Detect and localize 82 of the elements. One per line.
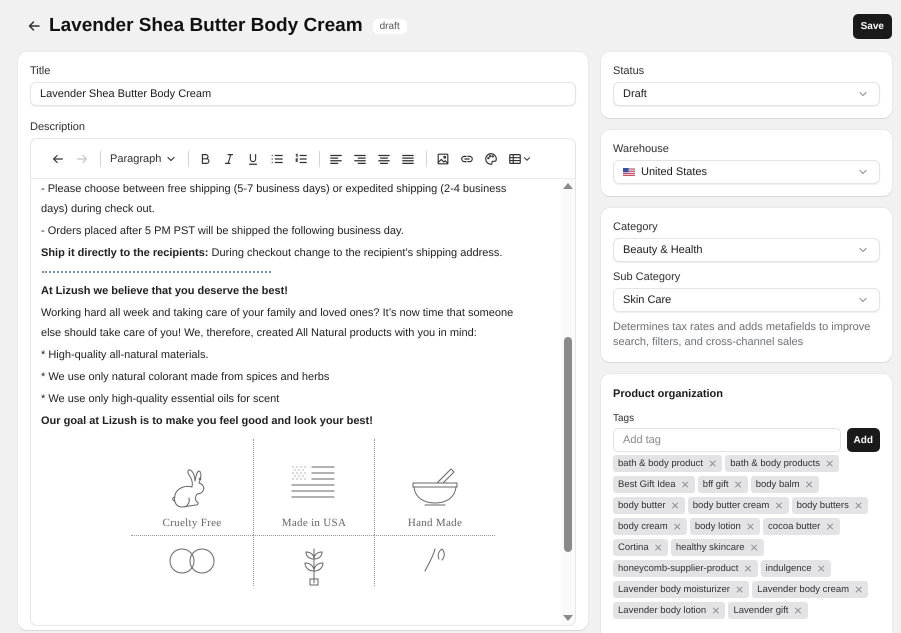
remove-tag-button[interactable]: ×	[852, 584, 864, 595]
tag-label: Best Gift Idea	[618, 479, 676, 490]
remove-tag-button[interactable]: ×	[731, 479, 743, 490]
remove-tag-button[interactable]: ×	[668, 500, 680, 511]
page-title: Lavender Shea Butter Body Cream	[49, 15, 363, 37]
paragraph: * High-quality all-natural materials.	[41, 348, 210, 363]
tag-label: body lotion	[694, 521, 741, 532]
tag-label: Cortina	[618, 542, 649, 553]
remove-tag-button[interactable]: ×	[741, 563, 753, 574]
tag-label: healthy skincare	[676, 542, 744, 553]
title-field[interactable]: Lavender Shea Butter Body Cream	[30, 82, 576, 106]
help-text: Determines tax rates and adds metafields to improve search, filters, and cross-channel sales	[613, 320, 872, 350]
remove-tag-button[interactable]: ×	[709, 605, 720, 616]
remove-tag-button[interactable]: ×	[748, 542, 759, 553]
remove-tag-button[interactable]: ×	[802, 479, 814, 490]
select-dropdown[interactable]: United States	[613, 160, 880, 184]
remove-tag-button[interactable]: ×	[670, 521, 682, 532]
feature-label: Hand Made	[408, 517, 462, 529]
back-arrow-icon	[28, 20, 40, 32]
heading-text: Our goal at Lizush is to make you feel good and look your best!	[41, 414, 374, 429]
tag-input-field[interactable]: Add tag	[613, 428, 841, 452]
tag-label: bff gift	[702, 479, 728, 490]
scrollbar[interactable]	[561, 179, 575, 625]
tag-label: body cream	[618, 521, 668, 532]
format-dropdown[interactable]: Paragraph	[106, 150, 182, 166]
remove-tag-button[interactable]: ×	[814, 563, 826, 574]
table-icon	[508, 152, 522, 166]
flag-icon	[623, 168, 635, 176]
paragraph: * We use only high-quality essential oils for scent	[41, 392, 280, 407]
remove-tag-button[interactable]: ×	[823, 458, 834, 469]
tag-label: Lavender body moisturizer	[618, 584, 730, 595]
tag-label: body balm	[756, 479, 800, 490]
tag-label: body butter	[618, 500, 666, 511]
tag-label: Lavender gift	[733, 605, 788, 616]
sprout-icon	[304, 548, 324, 586]
field-label: Warehouse	[613, 143, 670, 155]
tag-label: honeycomb-supplier-product	[618, 563, 738, 574]
paragraph: - Orders placed after 5 PM PST will be shipped the following business day.	[41, 224, 405, 239]
paragraph: * We use only natural colorant made from spices and herbs	[41, 370, 330, 385]
remove-tag-button[interactable]: ×	[732, 584, 744, 595]
field-label: Sub Category	[613, 271, 682, 283]
section-title: Product organization	[613, 388, 724, 400]
field-label: Category	[613, 221, 659, 233]
tag-label: bath & body product	[618, 458, 704, 469]
paragraph: - Please choose between free shipping (5-7 business days) or expedited shipping (2-4 business days) during check out.	[41, 182, 508, 217]
scroll-up-arrow[interactable]	[563, 183, 573, 189]
tag-label: Lavender body cream	[757, 584, 850, 595]
remove-tag-button[interactable]: ×	[772, 500, 784, 511]
remove-tag-button[interactable]: ×	[652, 542, 663, 553]
paragraph: Ship it directly to the recipients: During checkout change to the recipient’s shipping address.	[41, 246, 504, 261]
feature-label: Cruelty Free	[162, 517, 222, 529]
select-dropdown[interactable]: Draft	[613, 82, 880, 106]
remove-tag-button[interactable]: ×	[706, 458, 718, 469]
select-dropdown[interactable]: Beauty & Health	[613, 238, 880, 262]
remove-tag-button[interactable]: ×	[744, 521, 756, 532]
remove-tag-button[interactable]: ×	[852, 500, 864, 511]
tag-label: body butter cream	[692, 500, 770, 511]
scroll-thumb[interactable]	[564, 337, 572, 552]
status-badge: draft	[372, 18, 407, 34]
field-label: Tags	[613, 413, 636, 424]
palette-icon	[484, 152, 498, 166]
image-icon	[436, 152, 450, 166]
tag-label: cocoa butter	[768, 521, 820, 532]
scroll-down-arrow[interactable]	[563, 615, 573, 621]
field-label: Status	[613, 65, 646, 77]
tag-label: Lavender body lotion	[618, 605, 706, 616]
select-dropdown[interactable]: Skin Care	[613, 288, 880, 312]
remove-tag-button[interactable]: ×	[678, 479, 690, 490]
field-label: Description	[30, 121, 86, 133]
interlocking-circles-icon	[169, 548, 215, 574]
paragraph: Working hard all week and taking care of your family and loved ones? It’s now time that someone else should take care of you! We, therefore, created All Natural products with you in mind:	[41, 306, 514, 341]
tag-label: body butters	[796, 500, 849, 511]
add-button[interactable]: Add	[846, 428, 880, 452]
numbered-list-icon	[294, 152, 308, 166]
remove-tag-button[interactable]: ×	[791, 605, 803, 616]
save-button[interactable]: Save	[852, 14, 892, 38]
feature-label: Made in USA	[282, 517, 346, 529]
remove-tag-button[interactable]: ×	[823, 521, 835, 532]
field-label: Title	[30, 65, 52, 77]
heading-text: At Lizush we believe that you deserve the best!	[41, 284, 289, 299]
tag-label: indulgence	[766, 563, 812, 574]
tag-label: bath & body products	[730, 458, 820, 469]
